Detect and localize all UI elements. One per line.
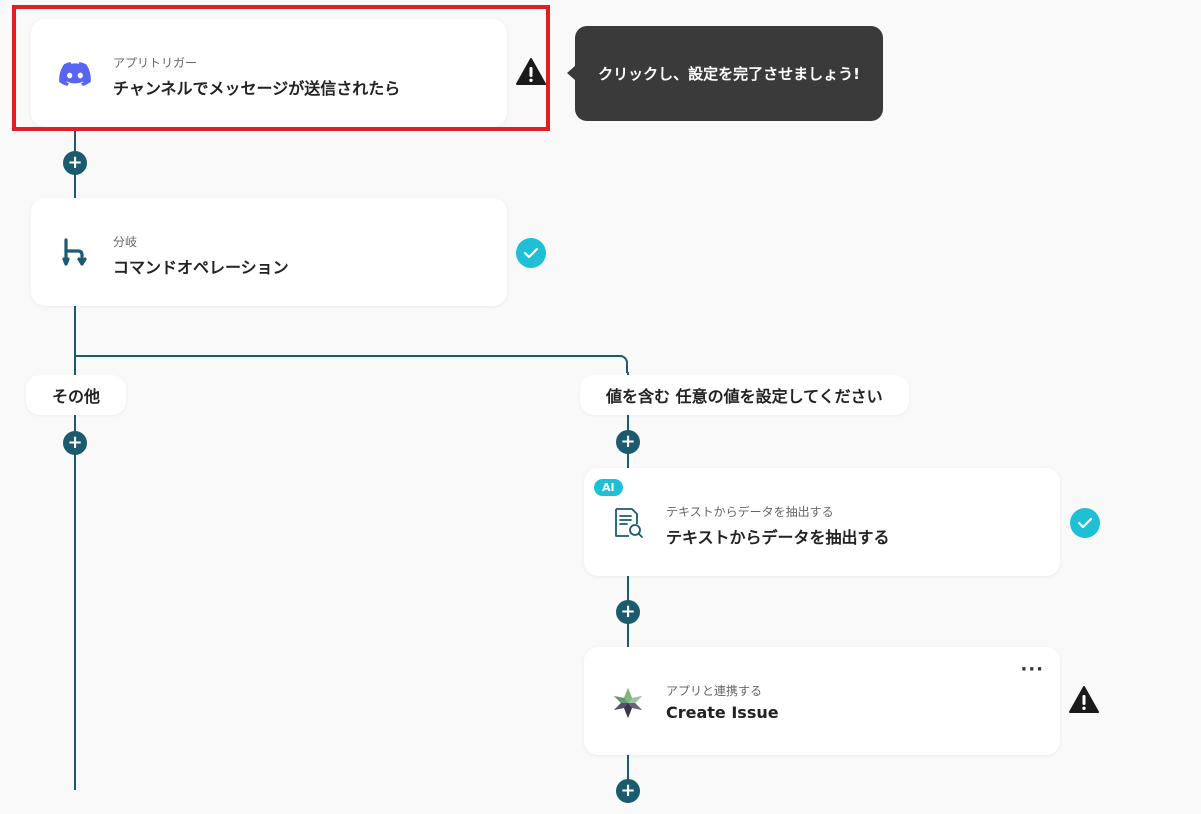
add-step-button-right-3[interactable]: +: [616, 779, 640, 803]
setup-tooltip: クリックし、設定を完了させましょう!: [567, 26, 883, 121]
branch-subtitle: 分岐: [113, 235, 138, 249]
ai-badge: AI: [594, 479, 623, 496]
warning-icon[interactable]: [1069, 685, 1099, 715]
add-step-button-left[interactable]: +: [63, 431, 87, 455]
tooltip-text: クリックし、設定を完了させましょう!: [598, 65, 860, 83]
card-menu-button[interactable]: ···: [1020, 659, 1044, 680]
branch-label-condition-text: 値を含む 任意の値を設定してください: [606, 387, 883, 406]
check-icon: [1070, 508, 1100, 538]
document-search-icon: [610, 505, 646, 541]
branch-card[interactable]: 分岐 コマンドオペレーション: [31, 198, 507, 306]
branch-label-other[interactable]: その他: [26, 375, 127, 415]
trigger-highlight-frame: [12, 5, 550, 131]
warning-icon[interactable]: [516, 57, 546, 87]
branch-connector-corner: [612, 355, 628, 373]
add-step-button-right[interactable]: +: [616, 430, 640, 454]
extract-title: テキストからデータを抽出する: [666, 528, 890, 547]
branch-label-condition[interactable]: 値を含む 任意の値を設定してください: [580, 375, 909, 415]
issue-subtitle: アプリと連携する: [666, 684, 763, 698]
branch-icon: [57, 235, 93, 271]
extract-subtitle: テキストからデータを抽出する: [666, 505, 834, 519]
branch-title: コマンドオペレーション: [113, 258, 289, 277]
branch-label-other-text: その他: [52, 387, 101, 406]
create-issue-card[interactable]: ··· アプリと連携する Create Issue: [584, 647, 1060, 755]
check-icon: [516, 238, 546, 268]
extract-card[interactable]: AI テキストからデータを抽出する テキストからデータを抽出する: [584, 468, 1060, 576]
app-logo-icon: [610, 685, 646, 721]
add-step-button[interactable]: +: [63, 151, 87, 175]
branch-connector-horizontal: [74, 355, 622, 357]
add-step-button-right-2[interactable]: +: [616, 600, 640, 624]
issue-title: Create Issue: [666, 703, 779, 722]
